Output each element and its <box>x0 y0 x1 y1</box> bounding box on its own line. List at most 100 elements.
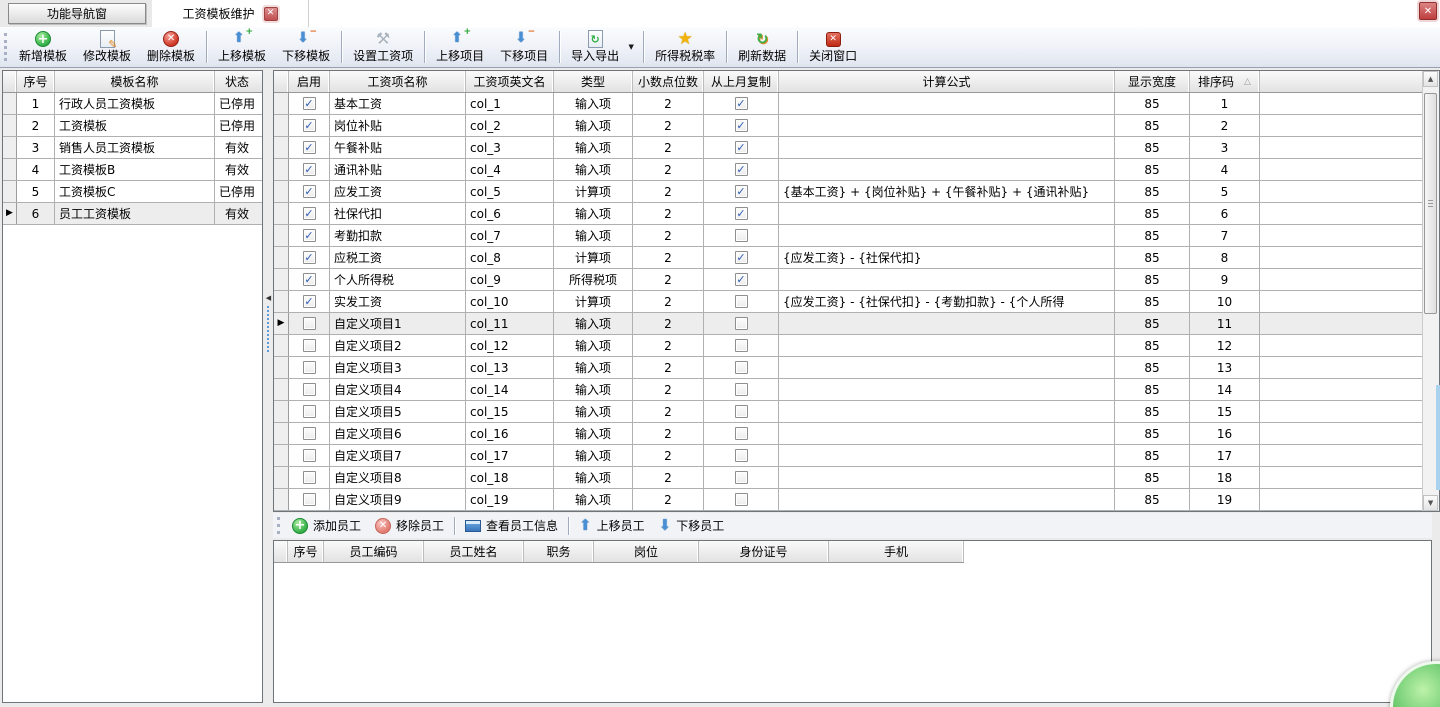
enabled-checkbox[interactable] <box>303 493 316 506</box>
enabled-checkbox[interactable] <box>303 317 316 330</box>
salary-item-row[interactable]: ✓基本工资col_1输入项2✓851 <box>274 93 1422 115</box>
set-salary-items-button[interactable]: ⚒设置工资项 <box>345 28 421 66</box>
tab-close-icon[interactable]: ✕ <box>264 7 278 21</box>
enabled-checkbox[interactable] <box>303 471 316 484</box>
add-template-button[interactable]: +新增模板 <box>11 28 75 66</box>
copy-last-month-checkbox[interactable]: ✓ <box>735 119 748 132</box>
enabled-checkbox[interactable] <box>303 449 316 462</box>
enabled-checkbox[interactable]: ✓ <box>303 273 316 286</box>
copy-last-month-checkbox[interactable]: ✓ <box>735 273 748 286</box>
salary-item-row[interactable]: 自定义项目4col_14输入项28514 <box>274 379 1422 401</box>
enabled-checkbox[interactable]: ✓ <box>303 97 316 110</box>
salary-item-row[interactable]: 自定义项目3col_13输入项28513 <box>274 357 1422 379</box>
move-employee-up-button[interactable]: ⬆上移员工 <box>572 515 652 537</box>
enabled-checkbox[interactable] <box>303 361 316 374</box>
enabled-checkbox[interactable]: ✓ <box>303 119 316 132</box>
window-close-button[interactable]: ✕ <box>1419 2 1437 20</box>
copy-last-month-checkbox[interactable]: ✓ <box>735 163 748 176</box>
copy-last-month-checkbox[interactable] <box>735 339 748 352</box>
delete-template-button[interactable]: ✕删除模板 <box>139 28 203 66</box>
enabled-checkbox[interactable]: ✓ <box>303 295 316 308</box>
add-employee-button[interactable]: +添加员工 <box>285 515 368 537</box>
enabled-checkbox[interactable]: ✓ <box>303 163 316 176</box>
items-column-header[interactable]: 工资项英文名 <box>466 71 554 92</box>
copy-last-month-checkbox[interactable] <box>735 383 748 396</box>
salary-item-row[interactable]: ✓岗位补贴col_2输入项2✓852 <box>274 115 1422 137</box>
copy-last-month-checkbox[interactable] <box>735 295 748 308</box>
items-column-header[interactable]: 显示宽度 <box>1115 71 1190 92</box>
enabled-checkbox[interactable]: ✓ <box>303 207 316 220</box>
enabled-checkbox[interactable] <box>303 427 316 440</box>
copy-last-month-checkbox[interactable] <box>735 427 748 440</box>
salary-item-row[interactable]: ✓实发工资col_10计算项2{应发工资} - {社保代扣} - {考勤扣款} … <box>274 291 1422 313</box>
copy-last-month-checkbox[interactable]: ✓ <box>735 141 748 154</box>
salary-item-row[interactable]: ✓午餐补贴col_3输入项2✓853 <box>274 137 1422 159</box>
employee-column-header[interactable]: 岗位 <box>594 541 699 562</box>
move-item-up-button[interactable]: ⬆+上移项目 <box>428 28 492 66</box>
salary-item-row[interactable]: ✓个人所得税col_9所得税项2✓859 <box>274 269 1422 291</box>
enabled-checkbox[interactable]: ✓ <box>303 141 316 154</box>
salary-item-row[interactable]: 自定义项目2col_12输入项28512 <box>274 335 1422 357</box>
salary-item-row[interactable]: 自定义项目7col_17输入项28517 <box>274 445 1422 467</box>
salary-item-row[interactable]: ▶自定义项目1col_11输入项28511 <box>274 313 1422 335</box>
move-template-down-button[interactable]: ⬇−下移模板 <box>274 28 338 66</box>
salary-item-row[interactable]: ✓社保代扣col_6输入项2✓856 <box>274 203 1422 225</box>
employee-column-header[interactable]: 职务 <box>524 541 594 562</box>
items-column-header[interactable]: 工资项名称 <box>330 71 466 92</box>
copy-last-month-checkbox[interactable] <box>735 493 748 506</box>
employee-column-header[interactable]: 手机 <box>829 541 964 562</box>
copy-last-month-checkbox[interactable]: ✓ <box>735 207 748 220</box>
copy-last-month-checkbox[interactable] <box>735 229 748 242</box>
move-employee-down-button[interactable]: ⬇下移员工 <box>652 515 732 537</box>
employee-column-header[interactable]: 员工姓名 <box>424 541 524 562</box>
copy-last-month-checkbox[interactable]: ✓ <box>735 97 748 110</box>
import-export-dropdown-icon[interactable]: ▼ <box>624 28 640 66</box>
copy-last-month-checkbox[interactable] <box>735 471 748 484</box>
salary-item-row[interactable]: ✓应发工资col_5计算项2✓{基本工资} + {岗位补贴} + {午餐补贴} … <box>274 181 1422 203</box>
salary-item-row[interactable]: ✓通讯补贴col_4输入项2✓854 <box>274 159 1422 181</box>
move-template-up-button[interactable]: ⬆+上移模板 <box>210 28 274 66</box>
edit-template-button[interactable]: ✎修改模板 <box>75 28 139 66</box>
template-column-header[interactable]: 模板名称 <box>55 71 215 92</box>
employee-column-header[interactable]: 身份证号 <box>699 541 829 562</box>
close-window-button[interactable]: ✕关闭窗口 <box>801 28 865 66</box>
enabled-checkbox[interactable] <box>303 339 316 352</box>
template-column-header[interactable]: 序号 <box>17 71 55 92</box>
refresh-data-button[interactable]: ↻刷新数据 <box>730 28 794 66</box>
salary-item-row[interactable]: 自定义项目5col_15输入项28515 <box>274 401 1422 423</box>
employee-column-header[interactable]: 序号 <box>288 541 324 562</box>
enabled-checkbox[interactable]: ✓ <box>303 229 316 242</box>
enabled-checkbox[interactable] <box>303 405 316 418</box>
salary-item-row[interactable]: 自定义项目8col_18输入项28518 <box>274 467 1422 489</box>
template-column-header[interactable]: 状态 <box>215 71 259 92</box>
copy-last-month-checkbox[interactable] <box>735 405 748 418</box>
scrollbar-thumb[interactable] <box>1424 93 1437 314</box>
template-row[interactable]: 2工资模板已停用 <box>3 115 262 137</box>
panel-splitter[interactable]: ◀ <box>264 70 273 703</box>
enabled-checkbox[interactable]: ✓ <box>303 251 316 264</box>
enabled-checkbox[interactable]: ✓ <box>303 185 316 198</box>
items-column-header[interactable]: 启用 <box>289 71 330 92</box>
view-employee-info-button[interactable]: 查看员工信息 <box>458 515 565 537</box>
collapse-left-icon[interactable]: ◀ <box>264 292 273 304</box>
template-row[interactable]: 5工资模板C已停用 <box>3 181 262 203</box>
copy-last-month-checkbox[interactable]: ✓ <box>735 251 748 264</box>
salary-item-row[interactable]: ✓考勤扣款col_7输入项2857 <box>274 225 1422 247</box>
copy-last-month-checkbox[interactable] <box>735 449 748 462</box>
template-row[interactable]: ▶6员工工资模板有效 <box>3 203 262 225</box>
copy-last-month-checkbox[interactable]: ✓ <box>735 185 748 198</box>
employee-column-header[interactable]: 员工编码 <box>324 541 424 562</box>
import-export-button[interactable]: ↻导入导出 <box>563 28 627 66</box>
salary-item-row[interactable]: 自定义项目6col_16输入项28516 <box>274 423 1422 445</box>
items-column-header[interactable]: 排序码△ <box>1190 71 1260 92</box>
items-column-header[interactable]: 从上月复制 <box>704 71 779 92</box>
template-row[interactable]: 1行政人员工资模板已停用 <box>3 93 262 115</box>
scroll-up-icon[interactable]: ▲ <box>1423 71 1438 87</box>
template-row[interactable]: 3销售人员工资模板有效 <box>3 137 262 159</box>
enabled-checkbox[interactable] <box>303 383 316 396</box>
remove-employee-button[interactable]: ✕移除员工 <box>368 515 451 537</box>
nav-window-button[interactable]: 功能导航窗 <box>8 3 146 24</box>
copy-last-month-checkbox[interactable] <box>735 361 748 374</box>
items-column-header[interactable]: 计算公式 <box>779 71 1115 92</box>
income-tax-rate-button[interactable]: ★所得税税率 <box>647 28 723 66</box>
